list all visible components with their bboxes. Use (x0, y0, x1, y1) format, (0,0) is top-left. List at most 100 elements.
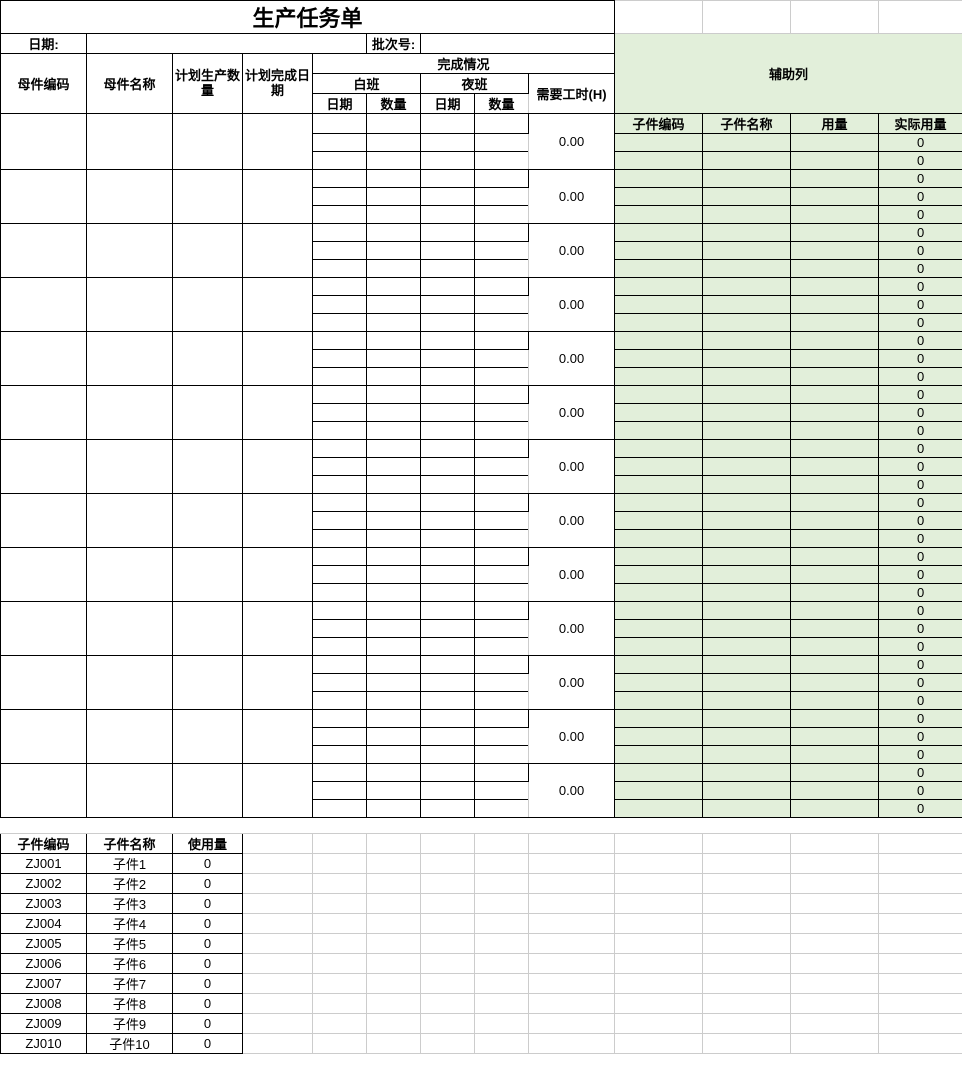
cell-day-date[interactable] (313, 638, 367, 656)
cell-night-date[interactable] (421, 314, 475, 332)
child-usage-cell[interactable]: 0 (173, 994, 243, 1014)
aux-child-name[interactable] (703, 422, 791, 440)
cell-night-date[interactable] (421, 260, 475, 278)
cell-night-qty[interactable] (475, 314, 529, 332)
cell-night-date[interactable] (421, 440, 475, 458)
aux-child-code[interactable] (615, 440, 703, 458)
aux-usage[interactable] (791, 782, 879, 800)
cell-night-qty[interactable] (475, 548, 529, 566)
cell-day-date[interactable] (313, 114, 367, 134)
cell-night-date[interactable] (421, 152, 475, 170)
child-name-cell[interactable]: 子件8 (87, 994, 173, 1014)
aux-child-name[interactable] (703, 350, 791, 368)
cell-day-date[interactable] (313, 440, 367, 458)
cell-parent-name[interactable] (87, 710, 173, 764)
cell-night-qty[interactable] (475, 386, 529, 404)
cell-night-date[interactable] (421, 512, 475, 530)
aux-child-code[interactable] (615, 386, 703, 404)
aux-usage[interactable] (791, 656, 879, 674)
aux-usage[interactable] (791, 188, 879, 206)
cell-parent-name[interactable] (87, 224, 173, 278)
cell-night-qty[interactable] (475, 530, 529, 548)
aux-child-name[interactable] (703, 386, 791, 404)
cell-night-date[interactable] (421, 710, 475, 728)
child-code-cell[interactable]: ZJ003 (1, 894, 87, 914)
cell-parent-code[interactable] (1, 440, 87, 494)
cell-plan-date[interactable] (243, 602, 313, 656)
aux-child-name[interactable] (703, 476, 791, 494)
cell-day-qty[interactable] (367, 114, 421, 134)
cell-night-qty[interactable] (475, 602, 529, 620)
cell-night-date[interactable] (421, 620, 475, 638)
aux-usage[interactable] (791, 620, 879, 638)
cell-plan-date[interactable] (243, 494, 313, 548)
child-name-cell[interactable]: 子件9 (87, 1014, 173, 1034)
child-usage-cell[interactable]: 0 (173, 894, 243, 914)
cell-parent-code[interactable] (1, 602, 87, 656)
cell-day-qty[interactable] (367, 440, 421, 458)
child-code-cell[interactable]: ZJ002 (1, 874, 87, 894)
cell-parent-name[interactable] (87, 494, 173, 548)
cell-day-qty[interactable] (367, 602, 421, 620)
cell-night-date[interactable] (421, 458, 475, 476)
cell-night-date[interactable] (421, 548, 475, 566)
cell-day-date[interactable] (313, 656, 367, 674)
cell-plan-qty[interactable] (173, 764, 243, 818)
cell-day-date[interactable] (313, 782, 367, 800)
cell-day-qty[interactable] (367, 458, 421, 476)
cell-night-qty[interactable] (475, 368, 529, 386)
cell-night-date[interactable] (421, 782, 475, 800)
aux-child-code[interactable] (615, 494, 703, 512)
cell-day-date[interactable] (313, 188, 367, 206)
cell-parent-code[interactable] (1, 224, 87, 278)
child-usage-cell[interactable]: 0 (173, 974, 243, 994)
cell-day-date[interactable] (313, 584, 367, 602)
aux-child-code[interactable] (615, 566, 703, 584)
aux-usage[interactable] (791, 710, 879, 728)
cell-day-date[interactable] (313, 620, 367, 638)
aux-child-code[interactable] (615, 782, 703, 800)
cell-plan-qty[interactable] (173, 278, 243, 332)
cell-night-qty[interactable] (475, 206, 529, 224)
aux-child-name[interactable] (703, 260, 791, 278)
child-name-cell[interactable]: 子件10 (87, 1034, 173, 1054)
cell-plan-qty[interactable] (173, 602, 243, 656)
cell-plan-date[interactable] (243, 710, 313, 764)
cell-night-date[interactable] (421, 242, 475, 260)
cell-night-qty[interactable] (475, 494, 529, 512)
cell-day-date[interactable] (313, 692, 367, 710)
aux-usage[interactable] (791, 296, 879, 314)
aux-child-name[interactable] (703, 152, 791, 170)
cell-day-qty[interactable] (367, 314, 421, 332)
cell-night-qty[interactable] (475, 476, 529, 494)
cell-night-qty[interactable] (475, 638, 529, 656)
cell-night-date[interactable] (421, 296, 475, 314)
cell-day-date[interactable] (313, 260, 367, 278)
aux-child-code[interactable] (615, 260, 703, 278)
cell-night-qty[interactable] (475, 422, 529, 440)
aux-child-code[interactable] (615, 278, 703, 296)
child-code-cell[interactable]: ZJ008 (1, 994, 87, 1014)
aux-usage[interactable] (791, 764, 879, 782)
cell-day-qty[interactable] (367, 674, 421, 692)
cell-day-qty[interactable] (367, 188, 421, 206)
cell-night-date[interactable] (421, 638, 475, 656)
cell-day-qty[interactable] (367, 800, 421, 818)
aux-child-code[interactable] (615, 314, 703, 332)
aux-child-name[interactable] (703, 674, 791, 692)
aux-child-name[interactable] (703, 746, 791, 764)
aux-child-code[interactable] (615, 404, 703, 422)
cell-parent-name[interactable] (87, 332, 173, 386)
cell-plan-date[interactable] (243, 114, 313, 170)
aux-child-code[interactable] (615, 746, 703, 764)
cell-parent-code[interactable] (1, 114, 87, 170)
cell-parent-code[interactable] (1, 494, 87, 548)
cell-night-qty[interactable] (475, 710, 529, 728)
cell-day-qty[interactable] (367, 350, 421, 368)
cell-day-date[interactable] (313, 170, 367, 188)
cell-plan-date[interactable] (243, 656, 313, 710)
cell-day-date[interactable] (313, 512, 367, 530)
aux-usage[interactable] (791, 332, 879, 350)
aux-usage[interactable] (791, 548, 879, 566)
cell-parent-name[interactable] (87, 170, 173, 224)
